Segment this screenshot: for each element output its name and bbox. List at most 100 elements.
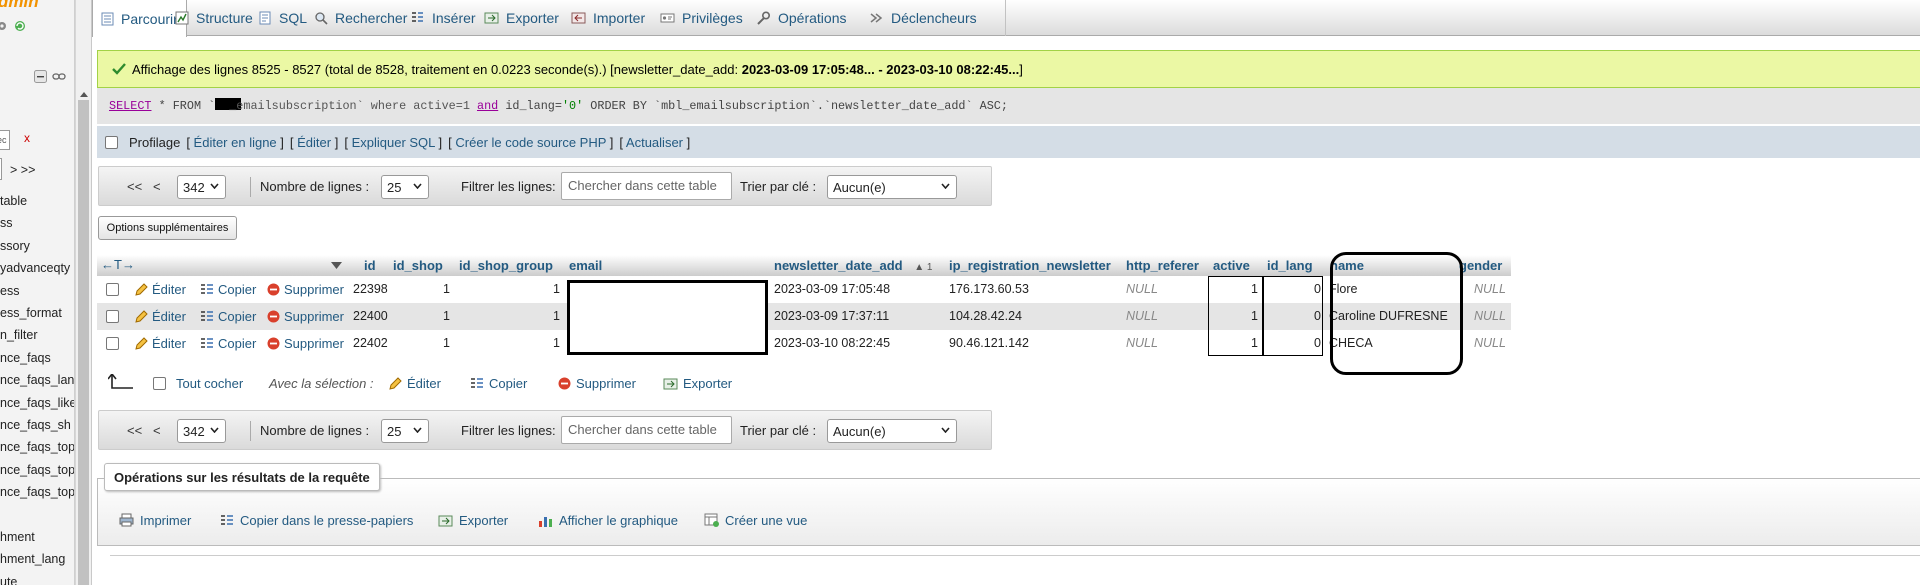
sidebar-table-item[interactable]: n_filter xyxy=(0,324,74,346)
bulk-edit-button[interactable]: Éditer xyxy=(389,376,441,391)
edit-row-button[interactable]: Éditer xyxy=(135,276,186,303)
table-row[interactable]: Éditer Copier Supprimer 22400 1 1 2023-0… xyxy=(97,303,1511,330)
delete-row-button[interactable]: Supprimer xyxy=(267,330,344,357)
edit-row-button[interactable]: Éditer xyxy=(135,330,186,357)
column-arrows-icon[interactable]: ←T→ xyxy=(101,257,135,272)
sidebar-table-item[interactable]: nce_faqs_top xyxy=(0,436,74,458)
tab-importer[interactable]: Importer xyxy=(563,0,653,36)
copy-row-button[interactable]: Copier xyxy=(200,330,256,357)
row-checkbox[interactable] xyxy=(106,283,119,296)
column-header-id-shop[interactable]: id_shop xyxy=(390,255,456,276)
scrollbar-thumb[interactable] xyxy=(78,100,89,585)
column-header-id-lang[interactable]: id_lang xyxy=(1264,255,1327,276)
clear-filter-button[interactable]: x xyxy=(24,131,30,145)
sidebar-table-item[interactable]: ssory xyxy=(0,235,74,257)
query-results-legend: Opérations sur les résultats de la requê… xyxy=(104,463,380,491)
refresh-link[interactable]: Actualiser xyxy=(626,135,683,150)
sort-by-key-select[interactable]: Aucun(e) xyxy=(827,175,957,199)
delete-row-button[interactable]: Supprimer xyxy=(267,276,344,303)
column-header-id-shop-group[interactable]: id_shop_group xyxy=(456,255,566,276)
column-header-gender[interactable]: gender xyxy=(1458,255,1511,276)
display-chart-button[interactable]: Afficher le graphique xyxy=(528,503,688,537)
check-all-checkbox[interactable] xyxy=(153,377,166,390)
navigation-scrollbar[interactable] xyxy=(75,0,92,585)
sidebar-table-item[interactable]: nce_faqs xyxy=(0,347,74,369)
create-php-code-link[interactable]: Créer le code source PHP xyxy=(455,135,606,150)
page-number-select[interactable]: 342 xyxy=(177,175,226,199)
sidebar-table-item[interactable]: ess_format xyxy=(0,302,74,324)
row-checkbox[interactable] xyxy=(106,337,119,350)
sidebar-table-item[interactable]: ess xyxy=(0,280,74,302)
collapse-all-icon[interactable] xyxy=(34,70,47,83)
delete-row-button[interactable]: Supprimer xyxy=(267,303,344,330)
print-button[interactable]: Imprimer xyxy=(109,503,201,537)
sidebar-table-item[interactable] xyxy=(0,503,74,525)
column-header-http-referer[interactable]: http_referer xyxy=(1123,255,1209,276)
tab-exporter[interactable]: Exporter xyxy=(476,0,567,36)
explain-sql-link[interactable]: Expliquer SQL xyxy=(352,135,435,150)
copy-icon xyxy=(200,283,214,296)
column-header-active[interactable]: active xyxy=(1209,255,1264,276)
copy-row-button[interactable]: Copier xyxy=(200,303,256,330)
sidebar-table-item[interactable]: yadvanceqty xyxy=(0,257,74,279)
sidebar-table-item[interactable]: ss xyxy=(0,212,74,234)
row-checkbox[interactable] xyxy=(106,310,119,323)
edit-query-link[interactable]: Éditer xyxy=(297,135,331,150)
profiling-checkbox[interactable] xyxy=(105,135,118,149)
scroll-up-arrow-icon[interactable] xyxy=(80,92,88,97)
tab-rechercher[interactable]: Rechercher xyxy=(306,0,415,36)
check-all-label[interactable]: Tout cocher xyxy=(176,376,243,391)
sidebar-table-item[interactable]: hment_lang xyxy=(0,548,74,570)
copy-to-clipboard-button[interactable]: Copier dans le presse-papiers xyxy=(210,503,423,537)
export-results-button[interactable]: Exporter xyxy=(428,503,518,537)
tab-operations[interactable]: Opérations xyxy=(748,0,854,36)
filter-rows-input[interactable]: Chercher dans cette table xyxy=(561,416,732,444)
table-row[interactable]: Éditer Copier Supprimer 22402 1 1 2023-0… xyxy=(97,330,1511,357)
next-page-link[interactable]: > >> xyxy=(10,163,35,177)
page-number-select[interactable]: 342 xyxy=(177,419,226,443)
filter-rows-input[interactable]: Chercher dans cette table xyxy=(561,172,732,200)
settings-icon[interactable] xyxy=(0,20,8,32)
bulk-delete-button[interactable]: Supprimer xyxy=(558,376,636,391)
column-header-newsletter-date-add[interactable]: newsletter_date_add ▲ 1 xyxy=(771,255,946,276)
export-icon xyxy=(484,11,499,25)
tab-privileges[interactable]: Privilèges xyxy=(652,0,751,36)
sort-by-key-select[interactable]: Aucun(e) xyxy=(827,419,957,443)
previous-page-button[interactable]: < xyxy=(153,179,161,194)
sql-keyword-and[interactable]: and xyxy=(477,99,498,113)
first-page-button[interactable]: << xyxy=(127,179,142,194)
sidebar-table-item[interactable]: nce_faqs_lan xyxy=(0,369,74,391)
tab-declencheurs[interactable]: Déclencheurs xyxy=(861,0,985,36)
page-select[interactable] xyxy=(0,158,2,180)
column-header-id[interactable]: id xyxy=(350,255,390,276)
table-row[interactable]: Éditer Copier Supprimer 22398 1 1 2023-0… xyxy=(97,276,1511,303)
column-header-name[interactable]: name xyxy=(1327,255,1458,276)
copy-row-button[interactable]: Copier xyxy=(200,276,256,303)
sidebar-table-item[interactable]: ute xyxy=(0,571,74,585)
sidebar-table-item[interactable]: nce_faqs_sh xyxy=(0,414,74,436)
link-icon[interactable] xyxy=(52,72,66,81)
column-visibility-dropdown-icon[interactable] xyxy=(331,262,342,269)
edit-row-button[interactable]: Éditer xyxy=(135,303,186,330)
rows-count-select[interactable]: 25 xyxy=(381,175,429,199)
sidebar-table-item[interactable]: nce_faqs_top xyxy=(0,459,74,481)
sidebar-table-item[interactable]: nce_faqs_top xyxy=(0,481,74,503)
bulk-copy-button[interactable]: Copier xyxy=(470,376,527,391)
column-header-ip-registration[interactable]: ip_registration_newsletter xyxy=(946,255,1123,276)
column-header-email[interactable]: email xyxy=(566,255,771,276)
sidebar-table-item[interactable]: nce_faqs_like xyxy=(0,392,74,414)
sidebar-table-item[interactable]: table xyxy=(0,190,74,212)
sql-keyword-select[interactable]: SELECT xyxy=(109,99,151,113)
reload-icon[interactable] xyxy=(14,20,26,32)
inline-edit-link[interactable]: Éditer en ligne xyxy=(194,135,277,150)
table-filter-input[interactable]: ec xyxy=(0,130,10,150)
create-view-button[interactable]: Créer une vue xyxy=(694,503,817,537)
first-page-button[interactable]: << xyxy=(127,423,142,438)
previous-page-button[interactable]: < xyxy=(153,423,161,438)
tab-structure[interactable]: Structure xyxy=(167,0,261,36)
tab-inserer[interactable]: Insérer xyxy=(402,0,484,36)
extra-options-button[interactable]: Options supplémentaires xyxy=(98,216,237,240)
sidebar-table-item[interactable]: hment xyxy=(0,526,74,548)
bulk-export-button[interactable]: Exporter xyxy=(663,376,732,391)
rows-count-select[interactable]: 25 xyxy=(381,419,429,443)
